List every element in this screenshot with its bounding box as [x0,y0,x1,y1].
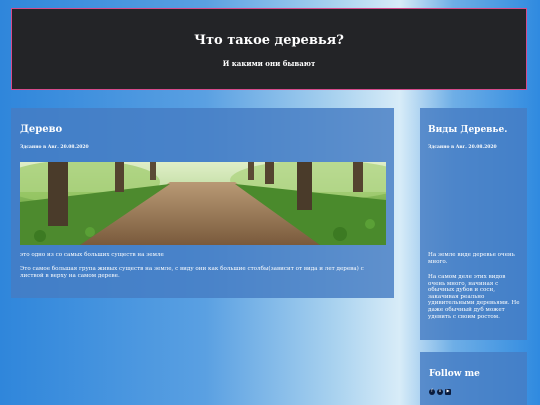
site-title: Что такое деревья? [194,33,344,48]
side-post-card: Виды Деревье. Здсанно в Авг. 20.08.2020 … [420,108,527,340]
post-paragraph: это одно из со самых больших существ на … [20,252,164,258]
facebook-icon[interactable]: f [429,388,435,395]
side-post-paragraph: На земле виде деревье очень много. [428,252,515,265]
post-title: Дерево [20,124,63,135]
follow-title: Follow me [429,369,480,379]
side-post-title: Виды Деревье. [428,125,508,135]
social-icons: f o ▶ [429,388,451,395]
forest-path-image [20,162,386,245]
youtube-icon[interactable]: ▶ [445,388,451,395]
side-post-paragraph: На самом деле этих видов очень много, на… [428,274,520,320]
post-date: Здсанно в Авг. 20.08.2020 [20,145,89,150]
follow-card: Follow me f o ▶ [420,352,527,405]
side-post-date: Здсанно в Авг. 20.08.2020 [428,145,497,150]
main-post-card: Дерево Здсанно в Авг. 20.08.2020 это одн… [11,108,394,298]
site-subtitle: И какими они бывают [222,59,316,68]
instagram-icon[interactable]: o [437,388,443,395]
site-header: Что такое деревья? И какими они бывают [11,8,527,90]
post-paragraph: Это самое большая група живых существ на… [20,266,364,279]
